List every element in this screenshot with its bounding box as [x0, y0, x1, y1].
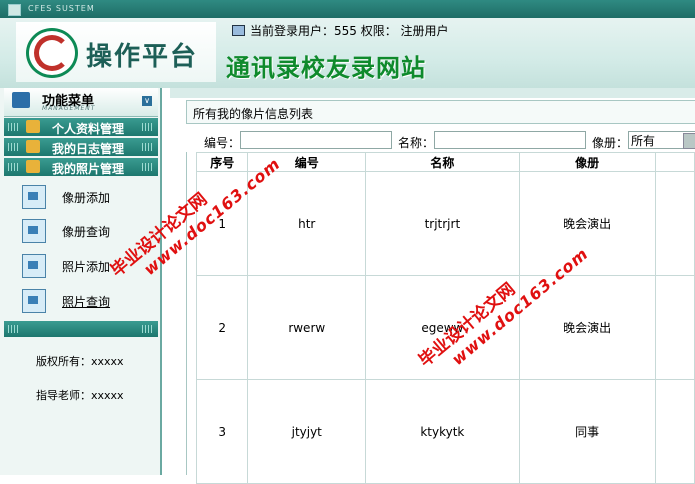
cell-index: 1 [195, 171, 249, 276]
collapse-icon[interactable]: ∨ [142, 96, 152, 106]
user-form-icon [22, 185, 46, 209]
table-row[interactable]: 2 rwerw egeww 晚会演出 [195, 275, 695, 380]
stripes-icon [8, 325, 20, 333]
panel-title-text: 所有我的像片信息列表 [193, 107, 314, 121]
cell-code: rwerw [247, 275, 367, 380]
photo-table: 序号 编号 名称 像册 1 htr trjtrjrt 晚会演出 2 rwerw … [195, 152, 695, 484]
header: 操作平台 当前登录用户：555 权限： 注册用户 通讯录校友录网站 [0, 18, 695, 88]
column-header: 名称 [365, 152, 520, 172]
name-input[interactable] [434, 131, 586, 149]
sidebar-item-label: 像册查询 [62, 225, 111, 239]
category-profile[interactable]: 个人资料管理 [4, 118, 158, 136]
cell-extra [654, 171, 695, 276]
home-icon [12, 92, 30, 108]
cell-name: trjtrjrt [365, 171, 520, 276]
album-label: 像册： [592, 136, 629, 150]
folder-icon [26, 140, 40, 153]
cell-name: ktykytk [365, 379, 520, 484]
album-select-value: 所有 [631, 133, 656, 148]
stripes-icon [8, 123, 20, 131]
folder-icon [26, 120, 40, 133]
monitor-icon [232, 25, 245, 36]
cell-index: 3 [195, 379, 249, 484]
site-title: 通讯录校友录网站 [226, 53, 426, 82]
category-label: 我的日志管理 [52, 142, 125, 156]
column-header: 序号 [195, 152, 249, 172]
cell-index: 2 [195, 275, 249, 380]
number-input[interactable] [240, 131, 392, 149]
system-label: CFES SUSTEM [28, 4, 95, 13]
column-header-extra [654, 152, 695, 172]
main-top-strip [170, 88, 695, 98]
cell-album: 晚会演出 [518, 171, 656, 276]
main-content: 所有我的像片信息列表 编号： 名称： 像册： 所有 序号 编号 名称 像册 1 … [170, 88, 695, 484]
logo-panel: 操作平台 [16, 22, 216, 82]
sidebar-footer-bar [4, 321, 158, 337]
table-row[interactable]: 1 htr trjtrjrt 晚会演出 [195, 171, 695, 276]
folder-icon [26, 160, 40, 173]
column-header: 编号 [247, 152, 367, 172]
form-list-icon [22, 289, 46, 313]
system-icon [8, 4, 21, 16]
cell-album: 同事 [518, 379, 656, 484]
current-user-info: 当前登录用户：555 权限： 注册用户 [232, 22, 449, 39]
column-header: 像册 [518, 152, 656, 172]
cell-album: 晚会演出 [518, 275, 656, 380]
platform-title: 操作平台 [86, 42, 199, 72]
album-select[interactable]: 所有 [628, 131, 695, 149]
cell-extra [654, 379, 695, 484]
number-label: 编号： [204, 136, 241, 150]
sidebar-item-label: 照片添加 [62, 260, 111, 274]
system-title-bar: CFES SUSTEM [0, 0, 695, 18]
user-form-icon [22, 254, 46, 278]
menu-subtitle: MANAGEMENT [42, 105, 96, 112]
stripes-icon [142, 325, 154, 333]
category-label: 个人资料管理 [52, 122, 125, 136]
advisor-text: 指导老师：xxxxx [36, 389, 124, 402]
table-header-row: 序号 编号 名称 像册 [195, 152, 695, 172]
sidebar: 功能菜单 MANAGEMENT ∨ 个人资料管理 我的日志管理 我的照片管理 像… [0, 88, 162, 475]
cell-extra [654, 275, 695, 380]
cell-name: egeww [365, 275, 520, 380]
stripes-icon [142, 163, 154, 171]
category-photos[interactable]: 我的照片管理 [4, 158, 158, 176]
form-list-icon [22, 219, 46, 243]
bank-logo-icon [26, 28, 78, 78]
stripes-icon [142, 143, 154, 151]
sidebar-item-label: 像册添加 [62, 191, 111, 205]
chevron-down-icon[interactable] [683, 133, 695, 149]
menu-header: 功能菜单 MANAGEMENT ∨ [4, 88, 158, 117]
stripes-icon [8, 143, 20, 151]
category-label: 我的照片管理 [52, 162, 125, 176]
cell-code: htr [247, 171, 367, 276]
table-row[interactable]: 3 jtyjyt ktykytk 同事 [195, 379, 695, 484]
category-diary[interactable]: 我的日志管理 [4, 138, 158, 156]
current-user-text: 当前登录用户：555 权限： 注册用户 [250, 24, 449, 38]
stripes-icon [8, 163, 20, 171]
name-label: 名称： [398, 136, 435, 150]
panel-title: 所有我的像片信息列表 [186, 100, 695, 124]
cell-code: jtyjyt [247, 379, 367, 484]
copyright-text: 版权所有：xxxxx [36, 355, 124, 368]
sidebar-item-label: 照片查询 [62, 295, 111, 309]
search-row: 编号： 名称： 像册： 所有 [186, 130, 695, 152]
stripes-icon [142, 123, 154, 131]
